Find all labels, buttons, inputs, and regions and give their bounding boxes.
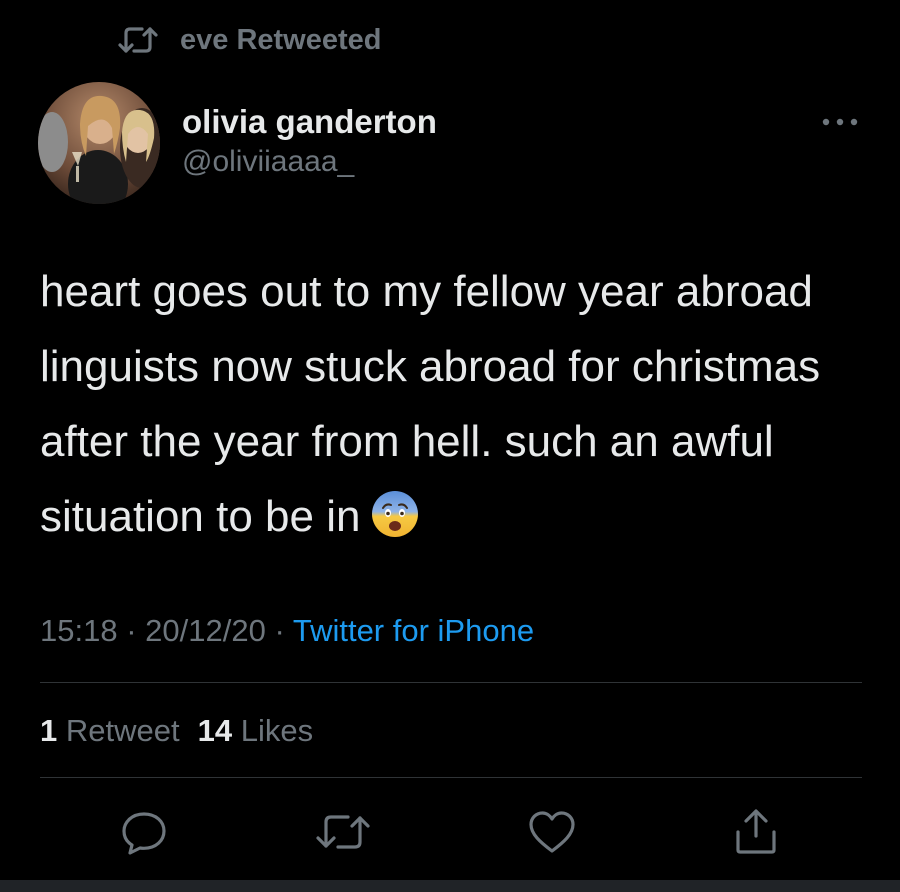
author-handle[interactable]: @oliviiaaaa_ — [182, 142, 437, 182]
retweet-context-label: eve Retweeted — [180, 23, 382, 56]
like-count: 14 — [197, 713, 233, 748]
retweet-context[interactable]: eve Retweeted — [116, 22, 382, 58]
retweet-count-label: Retweet — [65, 713, 180, 748]
retweet-count: 1 — [40, 713, 58, 748]
more-options-icon[interactable] — [818, 110, 862, 134]
divider — [40, 777, 862, 778]
retweet-icon[interactable] — [312, 806, 374, 858]
retweet-count-link[interactable]: 1 Retweet — [40, 713, 180, 748]
retweet-icon — [118, 27, 158, 53]
anxious-face-emoji — [372, 491, 419, 537]
tweet-date: 20/12/20 — [145, 613, 266, 648]
like-count-label: Likes — [240, 713, 314, 748]
like-icon[interactable] — [526, 806, 578, 858]
profile-photo — [38, 82, 160, 204]
reply-icon[interactable] — [118, 806, 170, 858]
share-icon[interactable] — [730, 806, 782, 858]
tweet-author[interactable]: olivia ganderton @oliviiaaaa_ — [182, 102, 437, 182]
meta-separator: · — [274, 613, 285, 648]
divider — [40, 682, 862, 683]
tweet-text-body: heart goes out to my fellow year abroad … — [40, 267, 821, 541]
avatar[interactable] — [38, 82, 160, 204]
bottom-bar — [0, 880, 900, 892]
author-name[interactable]: olivia ganderton — [182, 102, 437, 142]
engagement-counts: 1 Retweet 14 Likes — [40, 706, 313, 756]
tweet-time: 15:18 — [40, 613, 118, 648]
tweet-meta: 15:18 · 20/12/20 · Twitter for iPhone — [40, 606, 534, 656]
tweet-text: heart goes out to my fellow year abroad … — [40, 254, 880, 554]
tweet-source-link[interactable]: Twitter for iPhone — [293, 613, 534, 648]
meta-separator: · — [126, 613, 137, 648]
like-count-link[interactable]: 14 Likes — [198, 713, 313, 748]
